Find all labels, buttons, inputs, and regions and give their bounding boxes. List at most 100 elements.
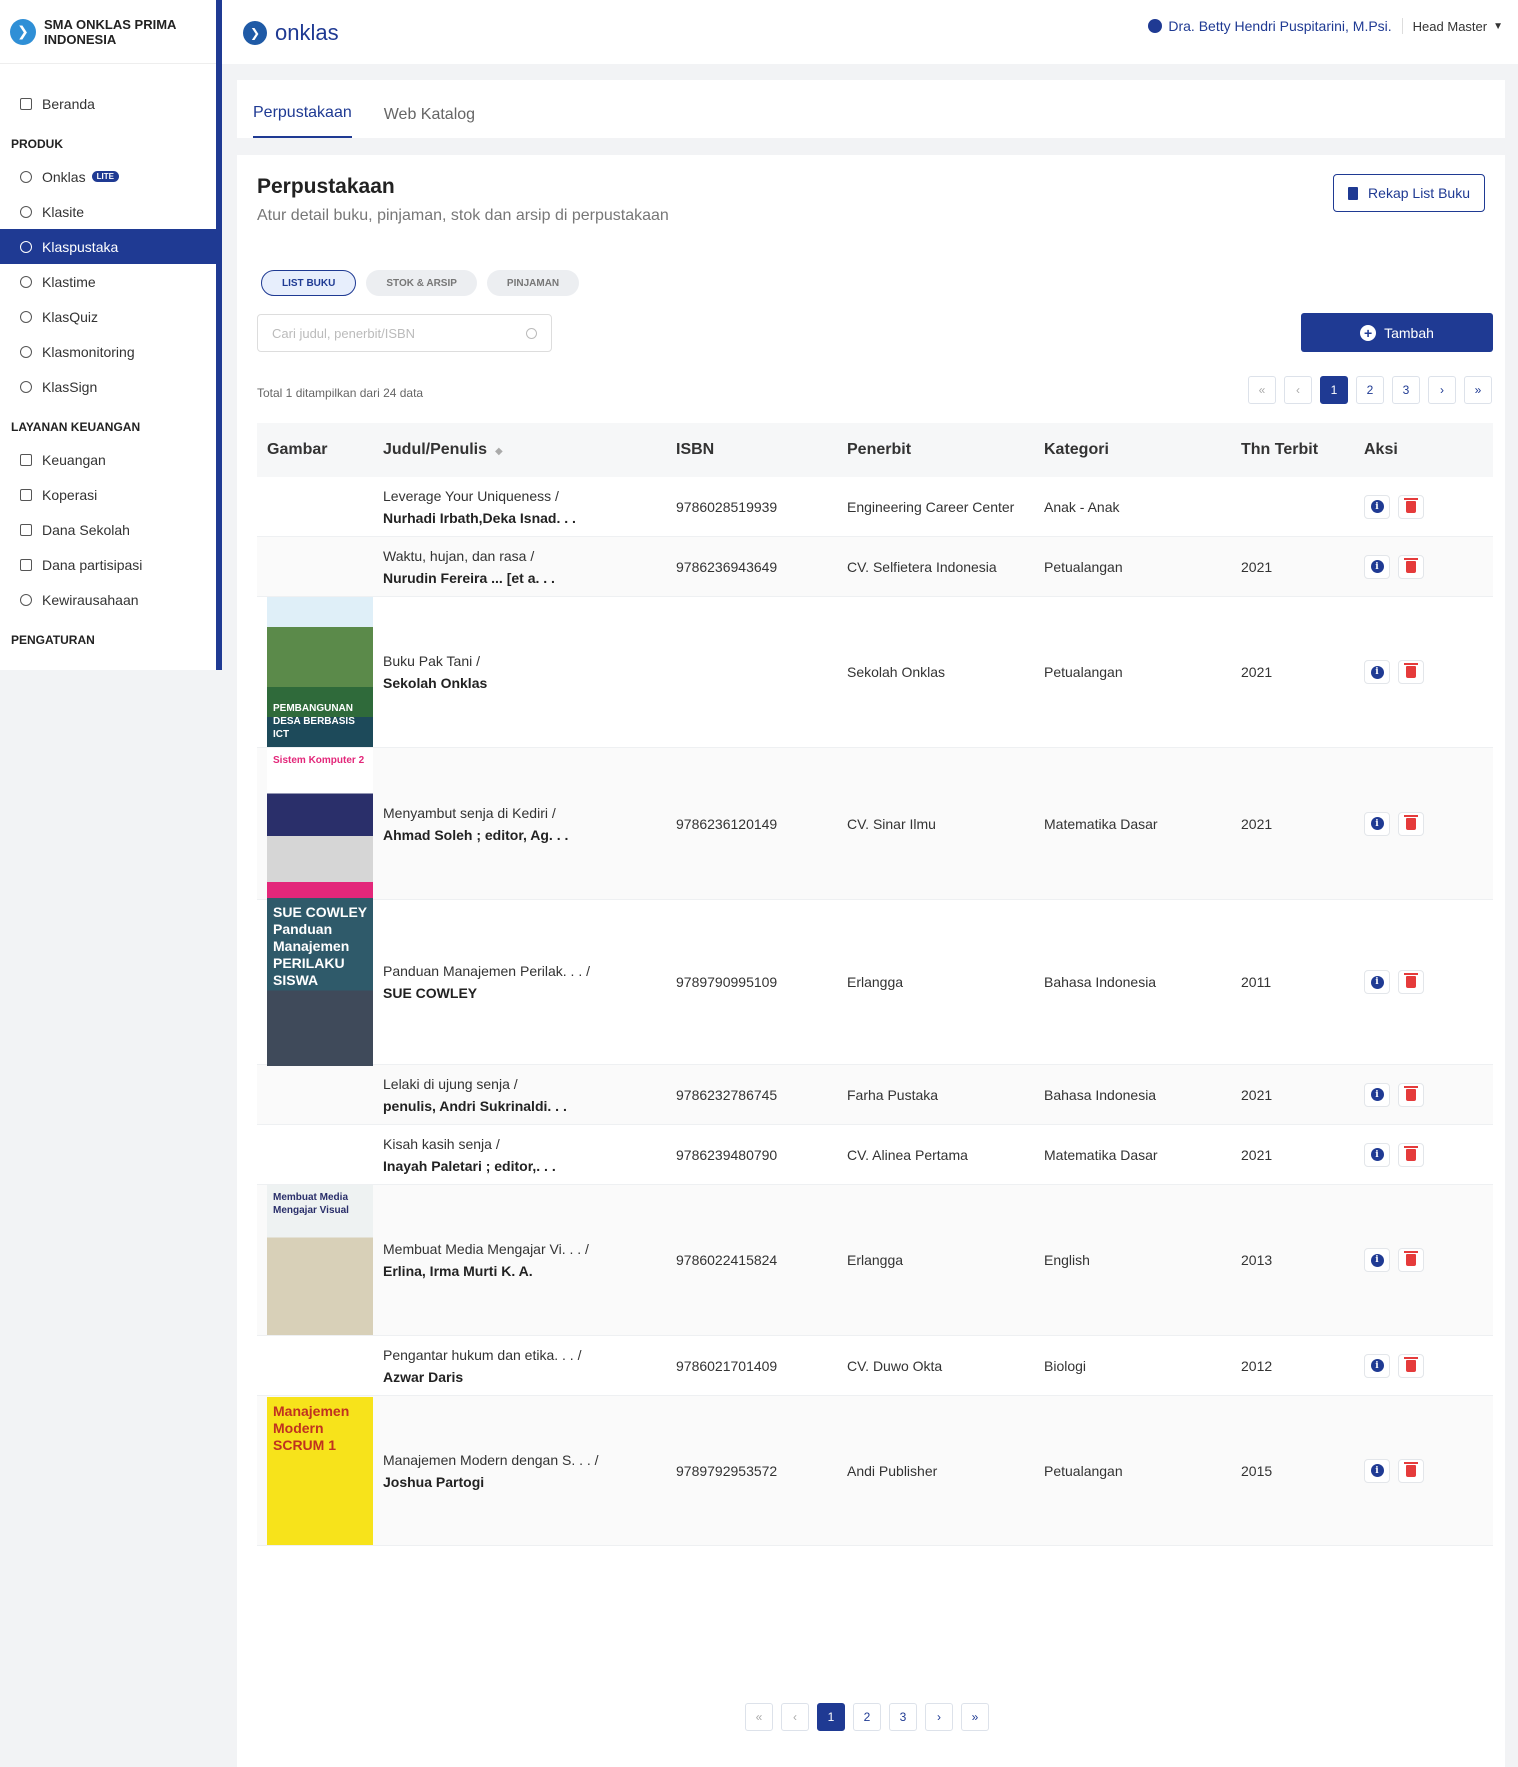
sidebar-item-beranda[interactable]: Beranda xyxy=(0,86,216,121)
sidebar-item-label: Beranda xyxy=(42,95,95,112)
book-title: Leverage Your Uniqueness / xyxy=(383,487,559,504)
book-author: Inayah Paletari ; editor,. . . xyxy=(383,1157,556,1174)
sidebar-item-dana-sekolah[interactable]: Dana Sekolah xyxy=(0,512,216,547)
delete-button[interactable] xyxy=(1398,1082,1424,1107)
table-row: Membuat Media Mengajar Visual Membuat Me… xyxy=(257,1185,1493,1336)
info-button[interactable]: i xyxy=(1364,970,1390,994)
klassign-icon xyxy=(20,380,32,393)
delete-button[interactable] xyxy=(1398,1353,1424,1378)
book-author: Nurudin Fereira ... [et a. . . xyxy=(383,569,555,586)
delete-button[interactable] xyxy=(1398,554,1424,579)
title-cell: Pengantar hukum dan etika. . . / Azwar D… xyxy=(383,1347,676,1385)
info-icon: i xyxy=(1370,817,1384,830)
info-button[interactable]: i xyxy=(1364,1353,1390,1378)
info-button[interactable]: i xyxy=(1364,1142,1390,1167)
page-button-2[interactable]: 2 xyxy=(1356,376,1384,404)
delete-button[interactable] xyxy=(1398,660,1424,684)
delete-button[interactable] xyxy=(1398,1248,1424,1272)
delete-button[interactable] xyxy=(1398,1142,1424,1167)
document-icon xyxy=(1348,186,1359,200)
sidebar-item-klastime[interactable]: Klastime xyxy=(0,264,216,299)
info-button[interactable]: i xyxy=(1364,554,1390,579)
sidebar-item-dana-partisipasi[interactable]: Dana partisipasi xyxy=(0,547,216,582)
trash-icon xyxy=(1404,973,1418,988)
page-subtitle: Atur detail buku, pinjaman, stok dan ars… xyxy=(257,207,669,224)
school-fund-icon xyxy=(20,523,32,536)
category-cell: Petualangan xyxy=(1044,664,1123,680)
first-page-button[interactable]: « xyxy=(745,1703,773,1731)
chevron-down-icon[interactable]: ▼ xyxy=(1493,21,1503,32)
actions-cell: i xyxy=(1364,554,1493,579)
total-count: Total 1 ditampilkan dari 24 data xyxy=(257,386,424,400)
search-input[interactable] xyxy=(272,325,512,341)
books-table: Gambar Judul/Penulis ◆ ISBN Penerbit Kate… xyxy=(257,423,1493,1546)
delete-button[interactable] xyxy=(1398,970,1424,994)
sidebar-item-keuangan[interactable]: Keuangan xyxy=(0,442,216,477)
delete-button[interactable] xyxy=(1398,811,1424,836)
user-name[interactable]: Dra. Betty Hendri Puspitarini, M.Psi. xyxy=(1168,18,1403,34)
lite-badge: LITE xyxy=(91,171,119,182)
page-button-2[interactable]: 2 xyxy=(853,1703,881,1731)
next-page-button[interactable]: › xyxy=(925,1703,953,1731)
title-cell: Kisah kasih senja / Inayah Paletari ; ed… xyxy=(383,1136,676,1174)
trash-icon xyxy=(1404,497,1418,513)
sidebar-item-koperasi[interactable]: Koperasi xyxy=(0,477,216,512)
sidebar-item-klasmonitoring[interactable]: Klasmonitoring xyxy=(0,334,216,369)
plus-icon: + xyxy=(1360,324,1377,341)
prev-page-button[interactable]: ‹ xyxy=(781,1703,809,1731)
page-button-1[interactable]: 1 xyxy=(817,1703,845,1731)
year-cell: 2021 xyxy=(1241,1086,1273,1103)
pill-list-buku[interactable]: LIST BUKU xyxy=(261,270,357,296)
sort-icon[interactable]: ◆ xyxy=(495,446,503,457)
page-button-3[interactable]: 3 xyxy=(1392,376,1420,404)
info-button[interactable]: i xyxy=(1364,660,1390,684)
info-button[interactable]: i xyxy=(1364,1248,1390,1272)
info-button[interactable]: i xyxy=(1364,494,1390,519)
onklas-logo[interactable]: ❯ onklas xyxy=(243,20,339,46)
search-box[interactable] xyxy=(257,314,552,352)
last-page-button[interactable]: » xyxy=(961,1703,989,1731)
last-page-button[interactable]: » xyxy=(1464,376,1492,404)
cover-text: PEMBANGUNAN DESA BERBASIS ICT xyxy=(273,703,355,740)
publisher-cell: Engineering Career Center xyxy=(847,498,1015,515)
info-button[interactable]: i xyxy=(1364,1082,1390,1107)
actions-cell: i xyxy=(1364,1353,1493,1378)
info-button[interactable]: i xyxy=(1364,1458,1390,1483)
book-author: Joshua Partogi xyxy=(383,1473,485,1490)
prev-page-button[interactable]: ‹ xyxy=(1284,376,1312,404)
sidebar-item-klaspustaka[interactable]: Klaspustaka xyxy=(0,229,216,264)
tab-perpustakaan[interactable]: Perpustakaan xyxy=(253,104,352,138)
delete-button[interactable] xyxy=(1398,494,1424,519)
klasite-icon xyxy=(20,205,32,218)
sidebar-item-label: Keuangan xyxy=(42,451,106,468)
trash-icon xyxy=(1404,1145,1418,1161)
sidebar-item-klassign[interactable]: KlasSign xyxy=(0,369,216,404)
search-icon[interactable] xyxy=(526,327,537,339)
tab-web-katalog[interactable]: Web Katalog xyxy=(384,106,475,138)
sidebar-item-klasquiz[interactable]: KlasQuiz xyxy=(0,299,216,334)
user-role[interactable]: Head Master xyxy=(1403,19,1487,34)
book-cover-image: Sistem Komputer 2 xyxy=(267,747,373,900)
pill-pinjaman[interactable]: PINJAMAN xyxy=(486,270,580,296)
book-author: Ahmad Soleh ; editor, Ag. . . xyxy=(383,826,569,843)
page-button-1[interactable]: 1 xyxy=(1320,376,1348,404)
sidebar-item-onklas[interactable]: Onklas LITE xyxy=(0,159,216,194)
delete-button[interactable] xyxy=(1398,1458,1424,1483)
page-button-3[interactable]: 3 xyxy=(889,1703,917,1731)
rekap-list-buku-button[interactable]: Rekap List Buku xyxy=(1333,174,1485,212)
col-judul[interactable]: Judul/Penulis ◆ xyxy=(383,441,676,459)
next-page-button[interactable]: › xyxy=(1428,376,1456,404)
sidebar-item-klasite[interactable]: Klasite xyxy=(0,194,216,229)
user-menu[interactable]: Dra. Betty Hendri Puspitarini, M.Psi. He… xyxy=(1148,18,1503,34)
add-book-button[interactable]: + Tambah xyxy=(1301,313,1493,352)
col-gambar: Gambar xyxy=(267,441,328,458)
section-title-keuangan: LAYANAN KEUANGAN xyxy=(11,420,141,434)
year-cell: 2021 xyxy=(1241,1146,1273,1163)
sidebar-item-label: Klaspustaka xyxy=(42,238,119,255)
info-button[interactable]: i xyxy=(1364,811,1390,836)
first-page-button[interactable]: « xyxy=(1248,376,1276,404)
actions-cell: i xyxy=(1364,1082,1493,1107)
book-cover-image: Membuat Media Mengajar Visual xyxy=(267,1185,373,1335)
sidebar-item-kewirausahaan[interactable]: Kewirausahaan xyxy=(0,582,216,617)
pill-stok-arsip[interactable]: STOK & ARSIP xyxy=(366,270,477,296)
